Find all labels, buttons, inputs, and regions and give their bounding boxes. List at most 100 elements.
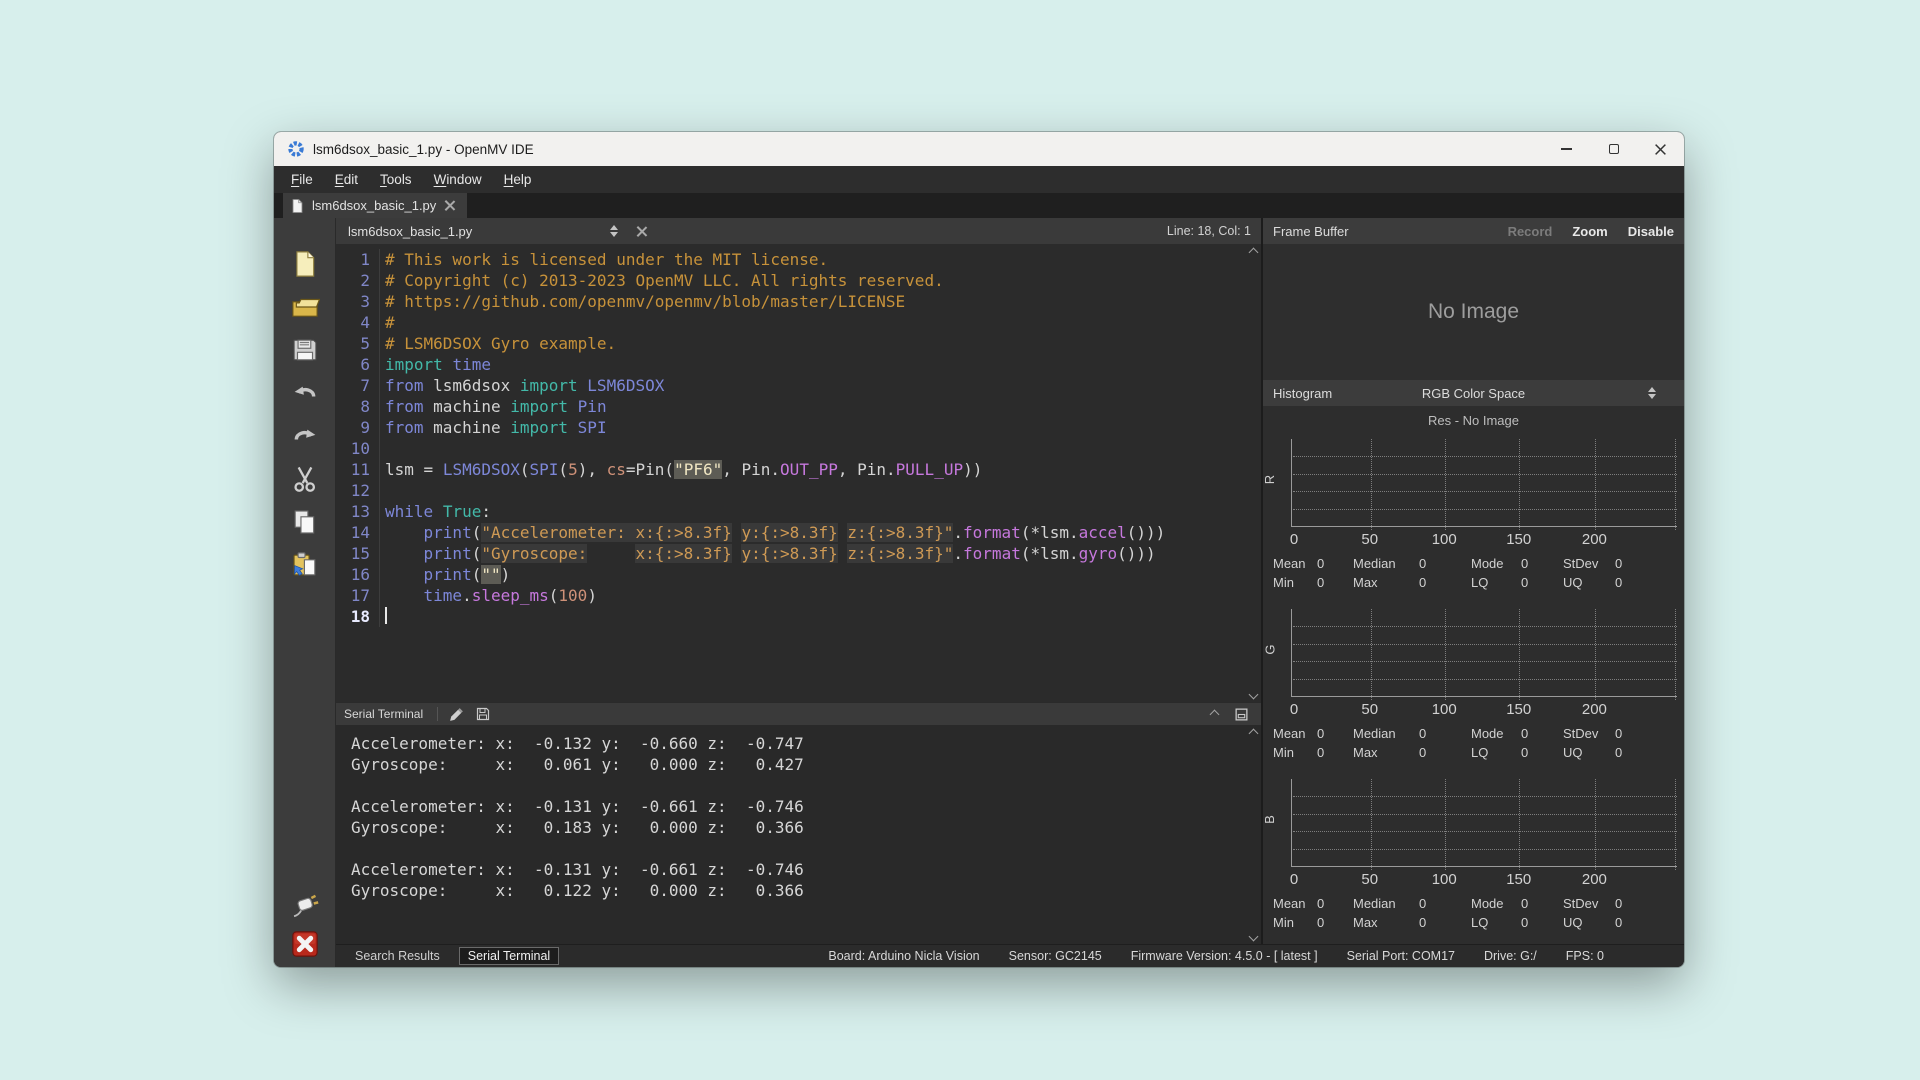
- stat-median: Median 0: [1353, 896, 1427, 911]
- terminal-scroll-down-icon[interactable]: [1248, 931, 1258, 942]
- line-number: 6: [336, 354, 380, 375]
- terminal-line: Gyroscope: x: 0.122 y: 0.000 z: 0.366: [351, 881, 804, 900]
- histogram-channel-b: B 0 50 100 150 200 Mean 0 Median 0 Mode 0 StDev 0 Min 0…: [1261, 774, 1684, 944]
- code-line[interactable]: 13 while True:: [336, 501, 1245, 522]
- disable-button[interactable]: Disable: [1628, 224, 1674, 239]
- line-number: 16: [336, 564, 380, 585]
- stat-stdev: StDev 0: [1563, 896, 1623, 911]
- code-line[interactable]: 3 # https://github.com/openmv/openmv/blob…: [336, 291, 1245, 312]
- document-spinner-icon[interactable]: [610, 225, 618, 237]
- title-bar[interactable]: lsm6dsox_basic_1.py - OpenMV IDE: [274, 132, 1684, 166]
- maximize-button[interactable]: [1590, 132, 1637, 166]
- code-line[interactable]: 1 # This work is licensed under the MIT l…: [336, 249, 1245, 270]
- code-line[interactable]: 18: [336, 606, 1245, 627]
- line-number: 18: [336, 606, 380, 627]
- code-line[interactable]: 4 #: [336, 312, 1245, 333]
- stat-uq: UQ 0: [1563, 915, 1623, 930]
- stat-median: Median 0: [1353, 726, 1427, 741]
- menu-item-file[interactable]: File: [280, 172, 324, 187]
- code-line-text: print(""): [423, 565, 511, 584]
- code-line[interactable]: 7 from lsm6dsox import LSM6DSOX: [336, 375, 1245, 396]
- code-line[interactable]: 14 print("Accelerometer: x:{:>8.3f} y:{:…: [336, 522, 1245, 543]
- minimize-button[interactable]: [1543, 132, 1590, 166]
- paste-button[interactable]: [288, 551, 322, 583]
- code-line[interactable]: 10: [336, 438, 1245, 459]
- stop-icon: [290, 929, 320, 964]
- code-line[interactable]: 6 import time: [336, 354, 1245, 375]
- no-image-placeholder: No Image: [1427, 300, 1520, 323]
- zoom-button[interactable]: Zoom: [1572, 224, 1607, 239]
- code-line[interactable]: 15 print("Gyroscope: x:{:>8.3f} y:{:>8.3…: [336, 543, 1245, 564]
- menu-item-window[interactable]: Window: [423, 172, 493, 187]
- x-axis-labels: 0 50 100 150 200: [1290, 701, 1677, 723]
- tab-close-icon[interactable]: [444, 200, 455, 211]
- code-line[interactable]: 2 # Copyright (c) 2013-2023 OpenMV LLC. A…: [336, 270, 1245, 291]
- stat-stdev: StDev 0: [1563, 556, 1623, 571]
- terminal-scrollbar[interactable]: [1245, 725, 1261, 944]
- x-tick-label: 100: [1431, 531, 1457, 548]
- stop-button[interactable]: [288, 930, 322, 962]
- line-number: 2: [336, 270, 380, 291]
- line-number: 14: [336, 522, 380, 543]
- terminal-line: Gyroscope: x: 0.061 y: 0.000 z: 0.427: [351, 755, 804, 774]
- open-folder-button[interactable]: [288, 293, 322, 325]
- cursor-position: Line: 18, Col: 1: [1166, 224, 1251, 238]
- scroll-up-icon[interactable]: [1248, 247, 1258, 258]
- code-line[interactable]: 16 print(""): [336, 564, 1245, 585]
- connect-icon: [290, 892, 320, 927]
- clear-terminal-icon[interactable]: [448, 706, 465, 723]
- save-button[interactable]: [288, 336, 322, 368]
- close-button[interactable]: [1637, 132, 1684, 166]
- code-line[interactable]: 5 # LSM6DSOX Gyro example.: [336, 333, 1245, 354]
- new-file-button[interactable]: [288, 250, 322, 282]
- menu-item-help[interactable]: Help: [493, 172, 543, 187]
- left-toolbar: [274, 218, 336, 967]
- file-tab[interactable]: lsm6dsox_basic_1.py: [283, 193, 468, 218]
- tab-bar: lsm6dsox_basic_1.py: [274, 193, 1684, 218]
- line-number: 5: [336, 333, 380, 354]
- line-number: 8: [336, 396, 380, 417]
- code-editor[interactable]: 1 # This work is licensed under the MIT l…: [336, 244, 1261, 702]
- menu-item-edit[interactable]: Edit: [324, 172, 369, 187]
- channel-axis-label: B: [1261, 815, 1277, 824]
- editor-header: lsm6dsox_basic_1.py Line: 18, Col: 1: [336, 218, 1261, 244]
- redo-button[interactable]: [288, 422, 322, 454]
- copy-button[interactable]: [288, 508, 322, 540]
- code-line-text: lsm = LSM6DSOX(SPI(5), cs=Pin("PF6", Pin…: [385, 460, 983, 479]
- code-line[interactable]: 17 time.sleep_ms(100): [336, 585, 1245, 606]
- menu-item-tools[interactable]: Tools: [369, 172, 423, 187]
- save-log-icon[interactable]: [475, 706, 491, 722]
- collapse-terminal-icon[interactable]: [1209, 709, 1220, 719]
- serial-terminal[interactable]: Accelerometer: x: -0.132 y: -0.660 z: -0…: [336, 725, 1261, 944]
- line-number: 12: [336, 480, 380, 501]
- status-sensor: Sensor: GC2145: [1008, 949, 1102, 963]
- code-area[interactable]: 1 # This work is licensed under the MIT l…: [336, 244, 1245, 702]
- undo-button[interactable]: [288, 379, 322, 411]
- stat-min: Min 0: [1273, 745, 1325, 760]
- color-space-select[interactable]: RGB Color Space: [1263, 386, 1684, 401]
- frame-buffer-header: Frame Buffer Record Zoom Disable: [1263, 218, 1684, 244]
- editor-scrollbar[interactable]: [1245, 244, 1261, 702]
- statusbar-tab-search-results[interactable]: Search Results: [347, 948, 448, 964]
- channel-axis-label: R: [1262, 474, 1278, 485]
- code-line-text: # https://github.com/openmv/openmv/blob/…: [385, 292, 906, 311]
- terminal-scroll-up-icon[interactable]: [1248, 728, 1258, 739]
- code-line[interactable]: 12: [336, 480, 1245, 501]
- cut-button[interactable]: [288, 465, 322, 497]
- scroll-down-icon[interactable]: [1248, 689, 1258, 700]
- code-line[interactable]: 9 from machine import SPI: [336, 417, 1245, 438]
- document-selector[interactable]: lsm6dsox_basic_1.py: [348, 224, 610, 239]
- paste-icon: [290, 550, 320, 585]
- undo-icon: [290, 378, 320, 413]
- code-line[interactable]: 8 from machine import Pin: [336, 396, 1245, 417]
- statusbar-tab-serial-terminal[interactable]: Serial Terminal: [458, 947, 560, 965]
- code-line-text: #: [385, 313, 395, 332]
- connect-button[interactable]: [288, 893, 322, 925]
- status-bar: Search Results Serial Terminal Board: Ardu…: [336, 944, 1684, 967]
- dock-panel-icon[interactable]: [1234, 707, 1249, 722]
- editor-close-icon[interactable]: [636, 226, 647, 237]
- code-line[interactable]: 11 lsm = LSM6DSOX(SPI(5), cs=Pin("PF6", P…: [336, 459, 1245, 480]
- stat-lq: LQ 0: [1471, 915, 1529, 930]
- code-line-text: while True:: [385, 502, 491, 521]
